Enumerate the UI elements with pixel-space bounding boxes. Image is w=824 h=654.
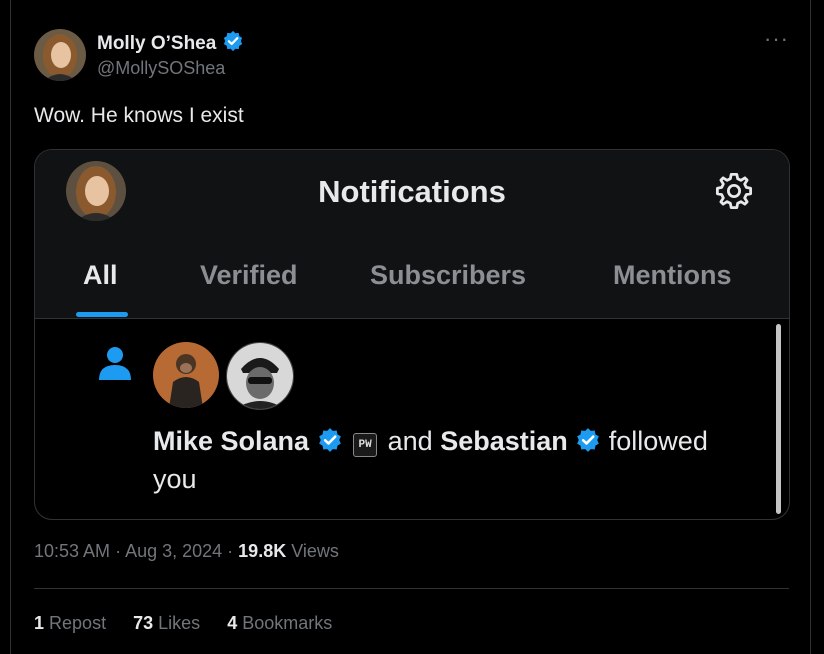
likes-stat[interactable]: 73 Likes: [133, 613, 205, 633]
scrollbar: [776, 324, 781, 514]
embedded-screenshot[interactable]: Notifications All Verified Subscribers M…: [34, 149, 790, 520]
active-tab-indicator: [76, 312, 128, 317]
verified-badge-icon: [223, 30, 242, 52]
follower-name-2: Sebastian: [440, 426, 568, 456]
views-count: 19.8K: [238, 541, 287, 561]
bookmarks-stat[interactable]: 4 Bookmarks: [227, 613, 332, 633]
likes-count: 73: [133, 613, 154, 633]
follower-avatar-1: [153, 342, 219, 408]
frame-border-left: [10, 0, 11, 654]
tweet-stats: 1 Repost 73 Likes 4 Bookmarks: [34, 613, 354, 634]
tab-subscribers: Subscribers: [370, 260, 527, 290]
notification-text: Mike Solana PW and Sebastian followed yo…: [153, 422, 753, 498]
more-horizontal-icon[interactable]: ···: [764, 26, 789, 52]
bookmarks-count: 4: [227, 613, 238, 633]
bookmarks-label: Bookmarks: [242, 613, 333, 633]
tweet-time[interactable]: 10:53 AM: [34, 541, 110, 561]
person-icon: [99, 347, 131, 380]
tweet-meta: 10:53 AM · Aug 3, 2024 · 19.8K Views: [34, 541, 339, 561]
verified-badge-icon: [577, 428, 600, 452]
header-divider: [35, 318, 789, 319]
tweet-date[interactable]: Aug 3, 2024: [125, 541, 222, 561]
meta-divider: [34, 588, 789, 589]
frame-border-right: [810, 0, 811, 654]
tab-verified: Verified: [200, 260, 298, 290]
tab-mentions: Mentions: [613, 260, 732, 290]
author-name[interactable]: Molly O’Shea: [97, 33, 216, 54]
notifications-title: Notifications: [318, 174, 506, 209]
repost-stat[interactable]: 1 Repost: [34, 613, 111, 633]
gear-icon: [715, 172, 753, 210]
follower-name-1: Mike Solana: [153, 426, 310, 456]
tab-all: All: [83, 260, 118, 290]
follower-avatar-2: [226, 342, 294, 410]
likes-label: Likes: [158, 613, 201, 633]
views-label: Views: [291, 541, 339, 561]
author-handle[interactable]: @MollySOShea: [97, 58, 225, 79]
affiliate-badge: PW: [353, 433, 378, 457]
verified-badge-icon: [318, 428, 341, 452]
author-avatar[interactable]: [34, 29, 86, 81]
repost-label: Repost: [49, 613, 107, 633]
repost-count: 1: [34, 613, 45, 633]
connector-text: and: [387, 426, 433, 456]
author-name-row[interactable]: Molly O’Shea: [97, 30, 244, 55]
tweet-text: Wow. He knows I exist: [34, 104, 244, 127]
